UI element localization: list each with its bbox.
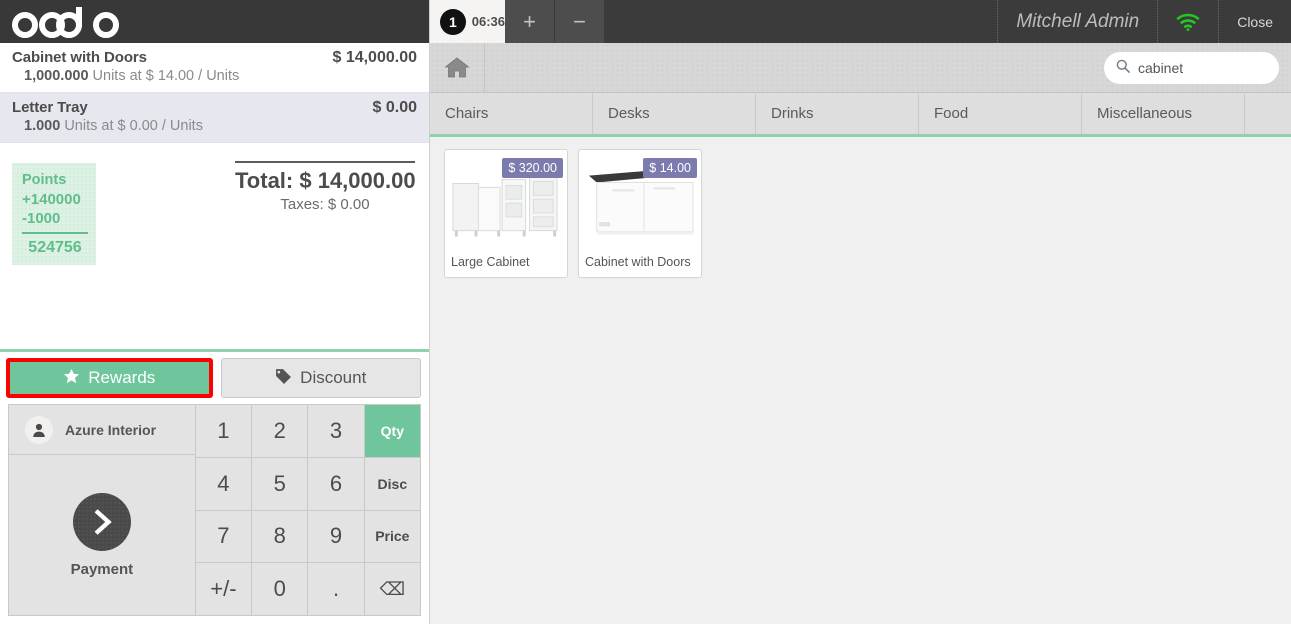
product-price-badge: $ 320.00 bbox=[502, 158, 563, 178]
numpad: 1 2 3 Qty 4 5 6 Disc 7 8 9 Price +/- 0 .… bbox=[195, 404, 421, 616]
pos-screen: Cabinet with Doors $ 14,000.00 1,000.000… bbox=[0, 0, 1291, 624]
control-buttons: Azure Interior Payment 1 2 3 Qty 4 5 6 D… bbox=[0, 404, 429, 624]
product-image: $ 14.00 bbox=[583, 154, 697, 249]
payment-label: Payment bbox=[70, 560, 134, 578]
search-box[interactable]: ✖ bbox=[1104, 52, 1291, 84]
username-label: Mitchell Admin bbox=[997, 0, 1157, 43]
numpad-backspace-icon[interactable]: ⌫ bbox=[364, 563, 420, 615]
remove-order-button[interactable]: − bbox=[555, 0, 605, 43]
search-icon bbox=[1116, 59, 1130, 78]
numpad-key-6[interactable]: 6 bbox=[308, 457, 364, 510]
category-tabs: Chairs Desks Drinks Food Miscellaneous bbox=[430, 93, 1291, 137]
product-panel: 1 06:36 + − Mitchell Admin Close cabinet… bbox=[430, 0, 1291, 624]
odoo-logo bbox=[12, 6, 119, 38]
odoo-logo-bar bbox=[0, 0, 429, 43]
order-time: 06:36 bbox=[471, 14, 505, 29]
search-bar: ✖ bbox=[430, 42, 1291, 93]
numpad-key-plusminus[interactable]: +/- bbox=[195, 563, 252, 615]
points-total: 524756 bbox=[22, 232, 88, 257]
product-price-badge: $ 14.00 bbox=[643, 158, 697, 178]
product-name: Large Cabinet bbox=[451, 255, 530, 269]
numpad-key-decimal[interactable]: . bbox=[308, 563, 364, 615]
orderline-product-name: Letter Tray bbox=[12, 99, 88, 116]
order-totals: Total: $ 14,000.00 Taxes: $ 0.00 bbox=[235, 161, 416, 213]
tag-icon bbox=[275, 368, 292, 389]
table-row[interactable]: Cabinet with Doors $ 14,000.00 1,000.000… bbox=[0, 43, 429, 93]
order-number-badge: 1 bbox=[440, 8, 466, 35]
user-icon bbox=[25, 415, 53, 444]
search-input[interactable] bbox=[1138, 60, 1291, 76]
orderline-list: Cabinet with Doors $ 14,000.00 1,000.000… bbox=[0, 43, 429, 143]
numpad-mode-disc[interactable]: Disc bbox=[364, 457, 420, 510]
set-customer-button[interactable]: Azure Interior bbox=[9, 405, 195, 455]
customer-name: Azure Interior bbox=[65, 421, 157, 438]
orderline-product-name: Cabinet with Doors bbox=[12, 49, 147, 66]
payment-button[interactable]: Payment bbox=[9, 455, 195, 615]
loyalty-points-box: Points +140000 -1000 524756 bbox=[12, 163, 96, 265]
rewards-button[interactable]: Rewards bbox=[6, 358, 213, 398]
category-tab-chairs[interactable]: Chairs bbox=[430, 93, 593, 134]
order-taxes: Taxes: $ 0.00 bbox=[280, 196, 370, 213]
orderline-qty: 1,000.000 bbox=[24, 68, 89, 84]
home-icon[interactable] bbox=[430, 42, 485, 93]
add-order-button[interactable]: + bbox=[505, 0, 555, 43]
numpad-key-1[interactable]: 1 bbox=[195, 405, 252, 457]
category-tab-food[interactable]: Food bbox=[919, 93, 1082, 134]
orderline-detail: 1,000.000 Units at $ 14.00 / Units bbox=[12, 68, 417, 84]
totals-divider bbox=[235, 161, 415, 163]
action-buttons: Rewards Discount bbox=[0, 352, 429, 404]
numpad-key-0[interactable]: 0 bbox=[252, 563, 308, 615]
product-image: $ 320.00 bbox=[449, 154, 563, 249]
product-card-cabinet-with-doors[interactable]: $ 14.00 Cabinet with Doors bbox=[578, 149, 702, 278]
numpad-key-3[interactable]: 3 bbox=[308, 405, 364, 457]
orderline-detail: 1.000 Units at $ 0.00 / Units bbox=[12, 118, 417, 134]
category-tab-miscellaneous[interactable]: Miscellaneous bbox=[1082, 93, 1245, 134]
numpad-mode-price[interactable]: Price bbox=[364, 510, 420, 563]
points-label: Points bbox=[22, 172, 67, 188]
points-earned: +140000 bbox=[22, 191, 81, 208]
numpad-key-8[interactable]: 8 bbox=[252, 510, 308, 563]
orderline-qty: 1.000 bbox=[24, 118, 61, 134]
numpad-key-9[interactable]: 9 bbox=[308, 510, 364, 563]
orderline-unitprice: Units at $ 0.00 / Units bbox=[60, 118, 203, 134]
order-total: Total: $ 14,000.00 bbox=[235, 168, 416, 193]
chevron-right-icon bbox=[72, 492, 131, 551]
order-summary: Points +140000 -1000 524756 Total: $ 14,… bbox=[0, 143, 429, 349]
numpad-key-2[interactable]: 2 bbox=[252, 405, 308, 457]
orderline-unitprice: Units at $ 14.00 / Units bbox=[88, 68, 240, 84]
numpad-key-7[interactable]: 7 bbox=[195, 510, 252, 563]
close-button[interactable]: Close bbox=[1218, 0, 1291, 43]
orderline-price: $ 14,000.00 bbox=[332, 49, 417, 66]
order-tab-1[interactable]: 1 06:36 bbox=[430, 0, 505, 43]
numpad-mode-qty[interactable]: Qty bbox=[364, 405, 420, 457]
order-panel: Cabinet with Doors $ 14,000.00 1,000.000… bbox=[0, 0, 430, 624]
product-grid: $ 320.00 Large Cabinet $ 14.00 Cabinet w… bbox=[430, 137, 1291, 624]
product-card-large-cabinet[interactable]: $ 320.00 Large Cabinet bbox=[444, 149, 568, 278]
wifi-icon[interactable] bbox=[1157, 0, 1218, 43]
discount-label: Discount bbox=[300, 368, 367, 387]
rewards-label: Rewards bbox=[88, 368, 156, 387]
customer-payment-stack: Azure Interior Payment bbox=[8, 404, 196, 616]
category-tab-desks[interactable]: Desks bbox=[593, 93, 756, 134]
star-icon bbox=[63, 368, 80, 389]
header-spacer bbox=[605, 0, 997, 43]
numpad-key-4[interactable]: 4 bbox=[195, 457, 252, 510]
numpad-key-5[interactable]: 5 bbox=[252, 457, 308, 510]
points-spent: -1000 bbox=[22, 210, 61, 227]
discount-button[interactable]: Discount bbox=[220, 358, 421, 398]
pos-header: 1 06:36 + − Mitchell Admin Close bbox=[430, 0, 1291, 43]
product-name: Cabinet with Doors bbox=[585, 255, 691, 269]
table-row[interactable]: Letter Tray $ 0.00 1.000 Units at $ 0.00… bbox=[0, 93, 429, 143]
orderline-price: $ 0.00 bbox=[372, 99, 417, 116]
category-tab-drinks[interactable]: Drinks bbox=[756, 93, 919, 134]
